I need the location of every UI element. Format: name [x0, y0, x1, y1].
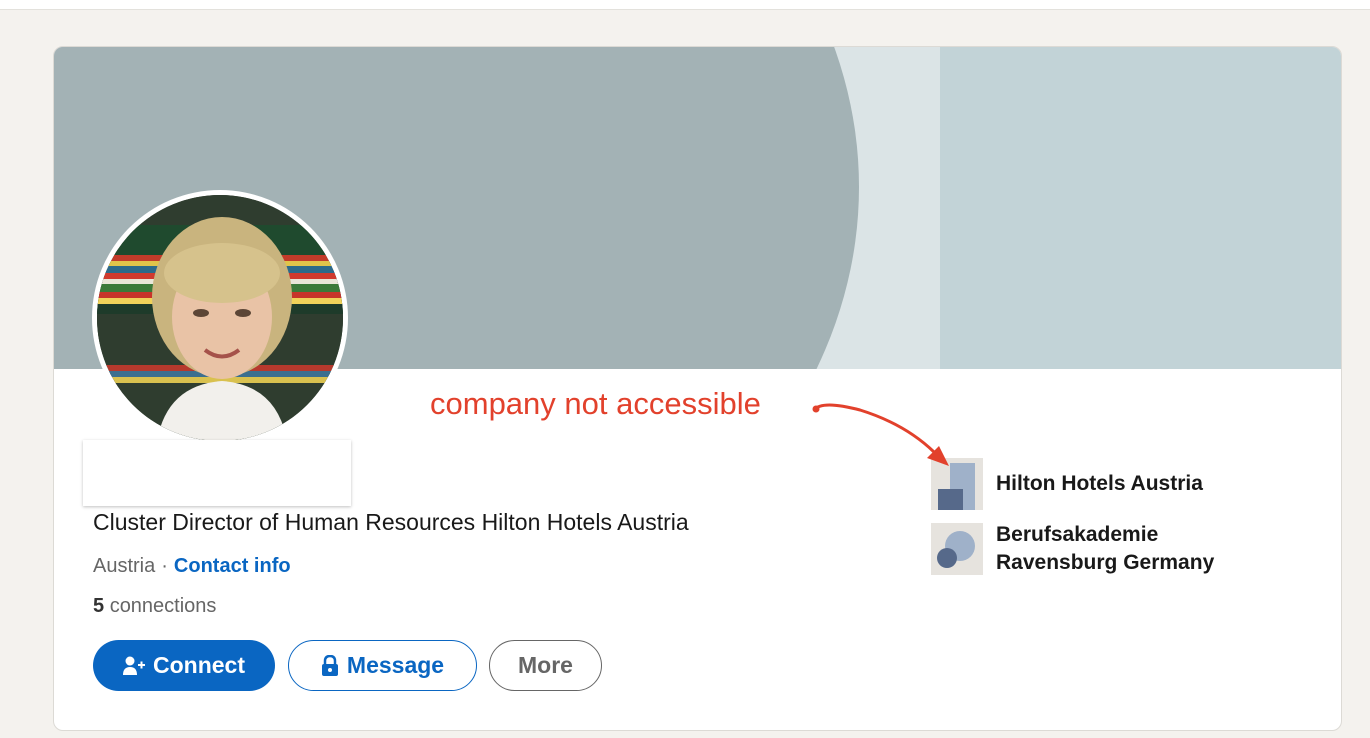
connect-label: Connect	[153, 652, 245, 678]
connections-label: connections	[109, 595, 217, 617]
connections-number: 5	[93, 595, 105, 617]
org-name: Berufsakademie Ravensburg Germany	[996, 523, 1215, 574]
org-name: Hilton Hotels Austria	[996, 472, 1203, 495]
contact-info-link[interactable]: Contact info	[174, 555, 291, 577]
location-text: Austria	[93, 555, 156, 577]
name-redaction-box	[83, 440, 351, 506]
message-label: Message	[346, 652, 445, 678]
connect-button[interactable]: Connect	[93, 640, 275, 691]
more-label: More	[518, 652, 573, 678]
separator-dot: ·	[161, 555, 168, 577]
location-line: Austria · Contact info	[93, 555, 291, 578]
building-icon	[931, 458, 983, 510]
connections-count[interactable]: 5 connections	[93, 595, 216, 618]
profile-headline: Cluster Director of Human Resources Hilt…	[93, 509, 689, 535]
experience-org-hilton[interactable]: Hilton Hotels Austria	[931, 458, 1203, 510]
more-button[interactable]: More	[489, 640, 602, 691]
school-icon	[931, 523, 983, 575]
avatar-photo	[97, 195, 343, 441]
lock-icon	[321, 654, 339, 677]
top-nav-edge	[0, 0, 1370, 10]
annotation-label: company not accessible	[430, 386, 761, 421]
add-person-icon	[123, 655, 145, 677]
avatar[interactable]	[97, 195, 343, 441]
education-org-berufsakademie[interactable]: Berufsakademie Ravensburg Germany	[931, 521, 1246, 577]
message-button[interactable]: Message	[288, 640, 477, 691]
